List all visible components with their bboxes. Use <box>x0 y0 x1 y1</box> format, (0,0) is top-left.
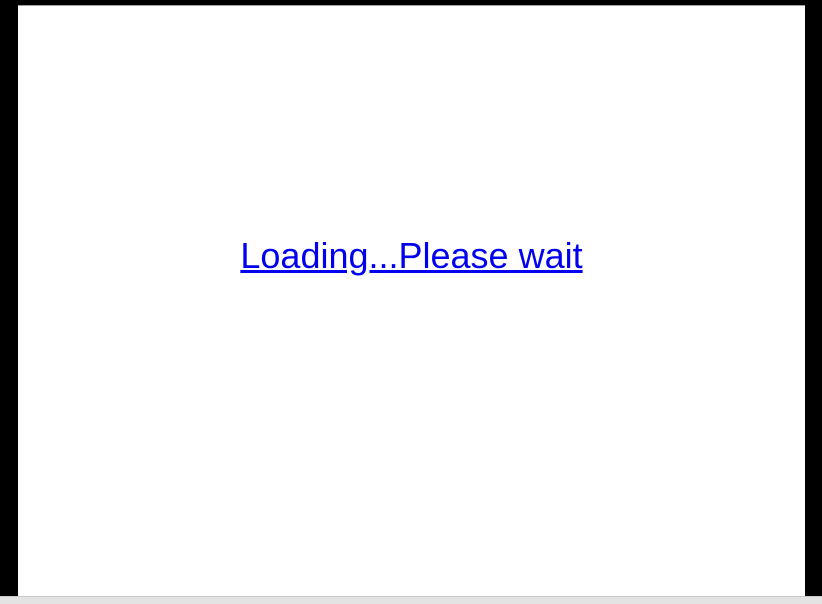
loading-link[interactable]: Loading...Please wait <box>18 234 805 278</box>
page-content: Loading...Please wait <box>18 6 805 596</box>
browser-viewport: Loading...Please wait <box>0 0 822 604</box>
bottom-status-bar <box>0 596 822 604</box>
